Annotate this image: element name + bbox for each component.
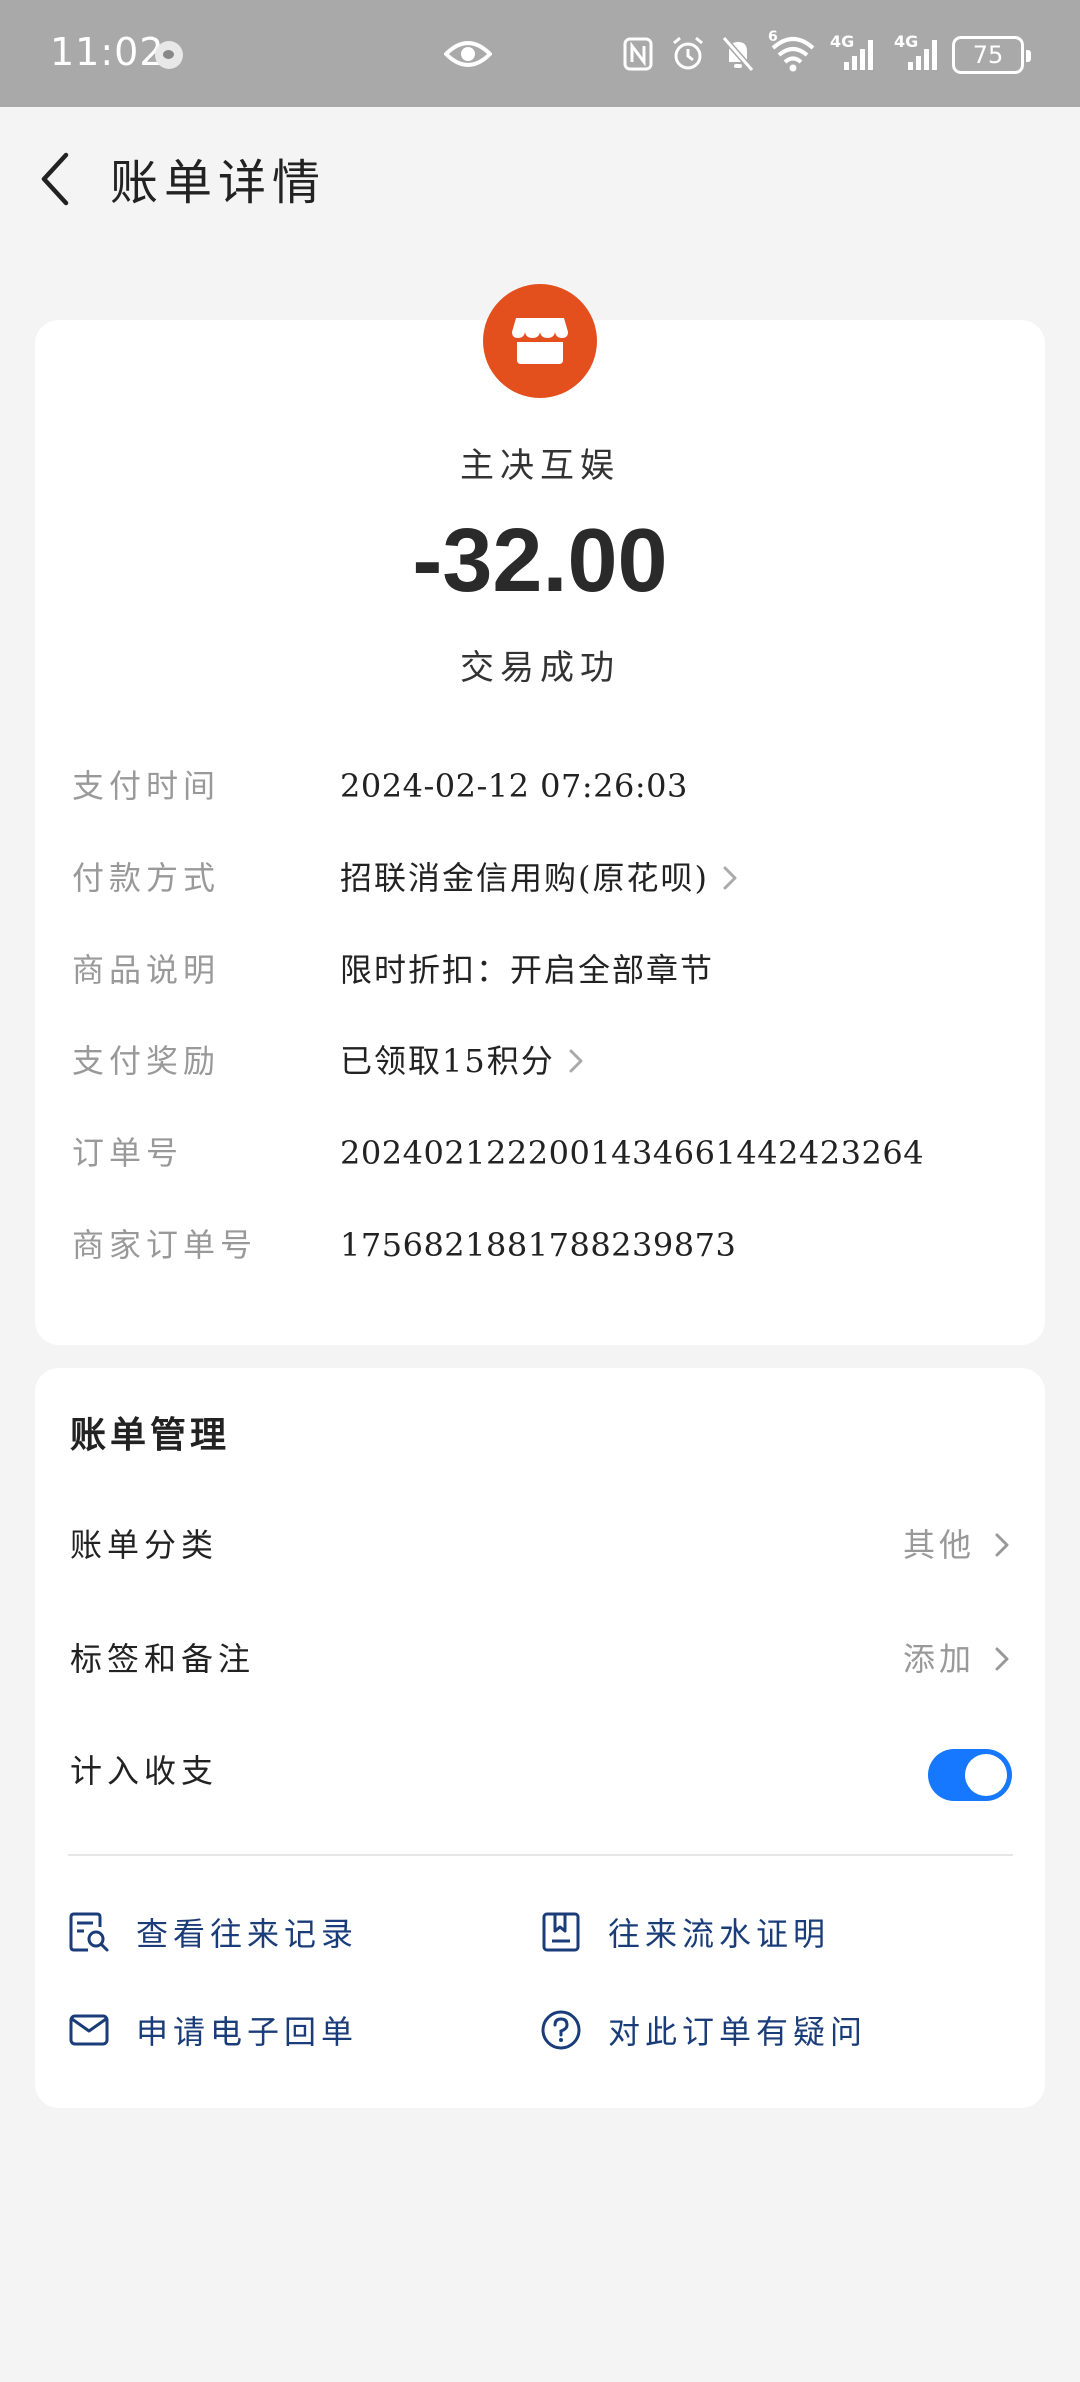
- wifi-badge: 6: [768, 29, 778, 45]
- detail-label: 商家订单号: [72, 1226, 258, 1264]
- signal-label-2: 4G: [894, 32, 919, 51]
- bill-category-row[interactable]: 账单分类 其他: [35, 1505, 1045, 1585]
- detail-label: 订单号: [72, 1134, 184, 1172]
- detail-row-reward[interactable]: 支付奖励 已领取15积分: [35, 1031, 1045, 1091]
- signal-label-1: 4G: [830, 32, 855, 51]
- mail-icon: [68, 2009, 110, 2051]
- tags-notes-value[interactable]: 添加: [903, 1619, 1015, 1699]
- bill-category-value[interactable]: 其他: [903, 1505, 1015, 1585]
- e-receipt-text: 申请电子回单: [136, 2013, 359, 2051]
- bill-category-label: 账单分类: [70, 1526, 219, 1564]
- detail-row-merchant-order-no: 商家订单号 1756821881788239873: [35, 1215, 1045, 1275]
- signal-icon-1: 4G: [830, 34, 880, 74]
- tags-notes-row[interactable]: 标签和备注 添加: [35, 1619, 1045, 1699]
- payment-method-value: 招联消金信用购(原花呗): [340, 859, 709, 897]
- chevron-right-icon: [723, 866, 737, 890]
- chevron-right-icon: [995, 1647, 1009, 1671]
- alarm-icon: [670, 34, 706, 74]
- battery-icon: 75: [952, 36, 1031, 74]
- battery-level: 75: [972, 41, 1004, 69]
- help-icon: [540, 2009, 582, 2051]
- store-icon: [483, 284, 597, 398]
- divider: [68, 1854, 1013, 1856]
- order-question-text: 对此订单有疑问: [608, 2013, 868, 2051]
- statement-proof-link[interactable]: 往来流水证明: [540, 1902, 830, 1962]
- detail-label: 付款方式: [72, 859, 221, 897]
- detail-row-payment-method[interactable]: 付款方式 招联消金信用购(原花呗): [35, 848, 1045, 908]
- nfc-icon: [620, 34, 656, 74]
- detail-label: 支付时间: [72, 767, 221, 805]
- bill-management-card: 账单管理 账单分类 其他 标签和备注 添加 计入收支 查看往来记录 往来流水证明: [35, 1368, 1045, 2108]
- statement-proof-text: 往来流水证明: [608, 1915, 831, 1953]
- detail-label: 支付奖励: [72, 1042, 221, 1080]
- app-header: 账单详情: [0, 107, 1080, 237]
- status-bar: 11:02 6 4G 4G 75: [0, 0, 1080, 107]
- bill-category-text: 其他: [902, 1526, 975, 1564]
- status-time: 11:02: [50, 30, 165, 74]
- chevron-right-icon: [569, 1049, 583, 1073]
- detail-row-pay-time: 支付时间 2024-02-12 07:26:03: [35, 756, 1045, 816]
- bill-summary-card: 主决互娱 -32.00 交易成功 支付时间 2024-02-12 07:26:0…: [35, 284, 1045, 1345]
- include-in-budget-toggle[interactable]: [928, 1749, 1012, 1801]
- mute-icon: [720, 34, 756, 74]
- view-records-link[interactable]: 查看往来记录: [68, 1902, 358, 1962]
- transaction-amount: -32.00: [412, 511, 668, 611]
- order-question-link[interactable]: 对此订单有疑问: [540, 2000, 867, 2060]
- wifi-icon: 6: [768, 30, 816, 74]
- notification-icon: [155, 41, 183, 69]
- e-receipt-link[interactable]: 申请电子回单: [68, 2000, 358, 2060]
- signal-icon-2: 4G: [894, 34, 944, 74]
- detail-value: 2024-02-12 07:26:03: [340, 756, 688, 816]
- detail-value: 1756821881788239873: [340, 1215, 736, 1275]
- order-no-value: 2024021222001434661442423264: [340, 1134, 925, 1172]
- pay-time-value: 2024-02-12 07:26:03: [340, 767, 688, 805]
- view-records-text: 查看往来记录: [136, 1915, 359, 1953]
- chevron-left-icon: [41, 152, 69, 206]
- merchant-name: 主决互娱: [460, 446, 620, 486]
- detail-row-order-no: 订单号 2024021222001434661442423264: [35, 1123, 1045, 1183]
- merchant-order-no-value: 1756821881788239873: [340, 1226, 737, 1264]
- detail-value[interactable]: 招联消金信用购(原花呗): [340, 848, 743, 908]
- include-in-budget-row: 计入收支: [35, 1731, 1045, 1811]
- record-search-icon: [68, 1911, 110, 1953]
- tags-notes-text: 添加: [902, 1640, 975, 1678]
- detail-value: 2024021222001434661442423264: [340, 1123, 924, 1183]
- detail-value: 限时折扣：开启全部章节: [340, 940, 714, 1000]
- product-desc-value: 限时折扣：开启全部章节: [340, 951, 715, 989]
- page-title: 账单详情: [110, 155, 327, 211]
- include-in-budget-label: 计入收支: [70, 1752, 219, 1790]
- reward-value: 已领取15积分: [340, 1042, 555, 1080]
- document-icon: [540, 1911, 582, 1953]
- eye-icon: [443, 36, 493, 76]
- back-button[interactable]: [30, 147, 80, 211]
- detail-value[interactable]: 已领取15积分: [340, 1031, 589, 1091]
- tags-notes-label: 标签和备注: [70, 1640, 256, 1678]
- detail-label: 商品说明: [72, 951, 221, 989]
- section-title: 账单管理: [70, 1414, 231, 1456]
- chevron-right-icon: [995, 1533, 1009, 1557]
- detail-row-product-desc: 商品说明 限时折扣：开启全部章节: [35, 940, 1045, 1000]
- transaction-status: 交易成功: [460, 648, 620, 688]
